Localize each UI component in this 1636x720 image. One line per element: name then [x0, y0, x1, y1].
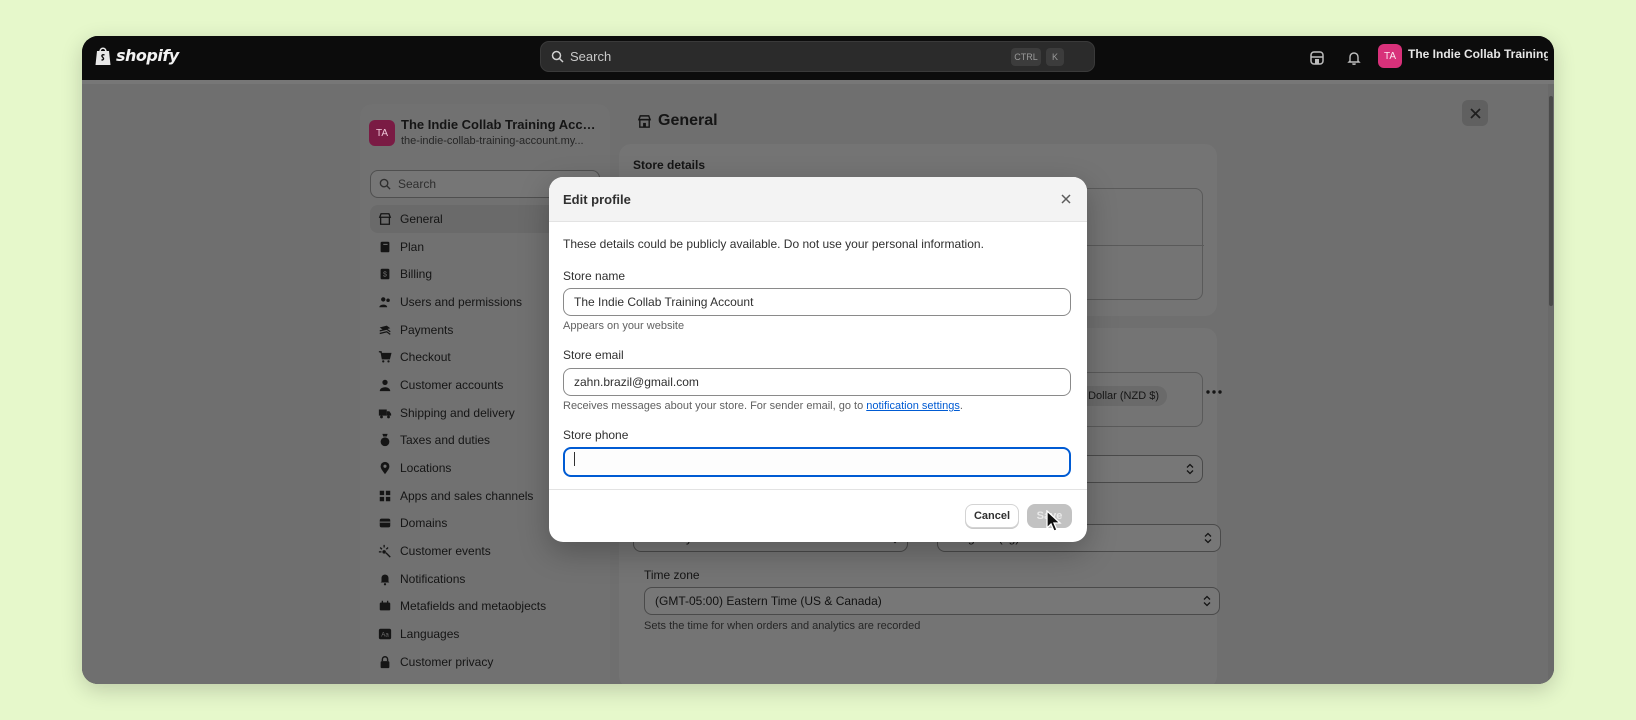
sidebar-item-label: Metafields and metaobjects	[400, 599, 547, 614]
more-horizontal-icon	[1206, 390, 1222, 394]
metafields-icon	[378, 599, 392, 613]
users-icon	[378, 295, 392, 309]
page-scrollbar[interactable]	[1548, 84, 1554, 684]
payments-icon	[378, 323, 392, 337]
plan-icon	[378, 240, 392, 254]
sidebar-item-label: Checkout	[400, 350, 451, 365]
shopify-bag-icon	[95, 47, 111, 65]
sidebar-item-label: Billing	[400, 267, 433, 282]
sidebar-item-label: Customer accounts	[400, 377, 504, 392]
store-phone-input[interactable]	[563, 447, 1071, 477]
select-chevron-icon	[1186, 463, 1194, 475]
notifications-button[interactable]	[1344, 48, 1364, 68]
search-icon	[551, 50, 564, 63]
timezone-select[interactable]: (GMT-05:00) Eastern Time (US & Canada)	[644, 587, 1220, 615]
lock-icon	[378, 655, 392, 669]
modal-footer: Cancel Save	[549, 489, 1087, 542]
globe-icon	[378, 516, 392, 530]
store-details-title: Store details	[633, 158, 706, 172]
bell-icon	[378, 572, 392, 586]
notification-settings-link[interactable]: notification settings	[866, 400, 960, 412]
shortcut-ctrl-key: CTRL	[1011, 48, 1041, 66]
store-phone-label: Store phone	[563, 428, 629, 442]
apps-icon	[378, 489, 392, 503]
truck-icon	[378, 406, 392, 420]
taxes-icon	[378, 433, 392, 447]
privacy-notice: These details could be publicly availabl…	[563, 237, 984, 251]
shortcut-k-key: K	[1046, 48, 1064, 66]
sidebar-item-label: Users and permissions	[400, 294, 523, 309]
location-icon	[378, 461, 392, 475]
language-icon: Aa	[378, 627, 392, 641]
shopify-wordmark: shopify	[116, 46, 179, 65]
modal-header: Edit profile	[549, 177, 1087, 222]
sidebar-item-label: Apps and sales channels	[400, 488, 534, 503]
store-name-label: Store name	[563, 269, 626, 283]
page-title-text: General	[658, 112, 718, 129]
store-name-input[interactable]	[563, 288, 1071, 316]
store-name-help: Appears on your website	[563, 320, 685, 332]
select-chevron-icon	[1204, 532, 1212, 544]
store-email-input[interactable]	[563, 368, 1071, 396]
sidebar-item-label: Customer privacy	[400, 654, 494, 669]
store-icon	[637, 114, 652, 128]
sidebar-item-label: General	[400, 211, 443, 226]
top-bar: shopify Search CTRL K TA The Indie Colla…	[82, 36, 1554, 80]
global-search-bar[interactable]: Search CTRL K	[540, 41, 1095, 72]
store-email-help: Receives messages about your store. For …	[563, 400, 963, 412]
global-search-placeholder: Search	[570, 49, 612, 64]
edit-profile-modal: Edit profile These details could be publ…	[549, 177, 1087, 542]
sidebar-store-domain: the-indie-collab-training-account.my...	[401, 135, 584, 147]
close-icon	[1469, 107, 1481, 119]
sidebar-item-label: Customer events	[400, 544, 491, 559]
sidebar-item-metafields-and-metaobjects[interactable]: Metafields and metaobjects	[370, 593, 600, 621]
sidebar-item-languages[interactable]: Aa Languages	[370, 620, 600, 648]
sidebar-item-notifications[interactable]: Notifications	[370, 565, 600, 593]
billing-icon: $	[378, 267, 392, 281]
page-title: General	[637, 112, 718, 130]
sidebar-item-label: Notifications	[400, 571, 466, 586]
svg-text:Aa: Aa	[381, 632, 389, 639]
svg-text:$: $	[383, 272, 387, 279]
mouse-cursor-icon	[1046, 510, 1062, 532]
close-settings-button[interactable]	[1462, 100, 1488, 126]
sidebar-item-label: Locations	[400, 461, 452, 476]
text-caret	[574, 452, 575, 466]
sidebar-item-label: Languages	[400, 627, 460, 642]
sidebar-item-label: Plan	[400, 239, 425, 254]
store-icon	[1310, 51, 1324, 65]
store-email-label: Store email	[563, 348, 624, 362]
store-email-help-text: Receives messages about your store. For …	[563, 400, 867, 412]
person-icon	[378, 378, 392, 392]
sidebar-item-label: Payments	[400, 322, 454, 337]
timezone-help: Sets the time for when orders and analyt…	[644, 620, 921, 632]
settings-search-placeholder: Search	[398, 177, 437, 191]
account-store-name[interactable]: The Indie Collab Training ...	[1408, 47, 1548, 61]
events-icon	[378, 544, 392, 558]
scrollbar-thumb[interactable]	[1549, 96, 1553, 306]
sidebar-item-label: Taxes and duties	[400, 433, 491, 448]
close-icon	[1061, 194, 1071, 204]
store-icon	[378, 212, 392, 226]
account-avatar[interactable]: TA	[1378, 44, 1402, 68]
cart-icon	[378, 350, 392, 364]
currency-more-actions[interactable]	[1206, 382, 1222, 400]
cancel-button[interactable]: Cancel	[965, 504, 1019, 528]
modal-title: Edit profile	[563, 192, 631, 207]
shopify-logo[interactable]: shopify	[94, 45, 179, 66]
timezone-value: (GMT-05:00) Eastern Time (US & Canada)	[655, 594, 882, 608]
modal-close-button[interactable]	[1057, 190, 1075, 208]
sidebar-item-customer-privacy[interactable]: Customer privacy	[370, 648, 600, 676]
search-icon	[379, 178, 391, 190]
store-switcher-button[interactable]	[1307, 48, 1327, 68]
store-avatar: TA	[369, 120, 395, 146]
sidebar-item-label: Shipping and delivery	[400, 405, 515, 420]
sidebar-item-label: Domains	[400, 516, 448, 531]
sidebar-store-name[interactable]: The Indie Collab Training Acco...	[401, 117, 601, 132]
timezone-label: Time zone	[644, 568, 700, 582]
store-email-help-suffix: .	[959, 400, 963, 412]
bell-icon	[1347, 52, 1361, 65]
select-chevron-icon	[1203, 595, 1211, 607]
